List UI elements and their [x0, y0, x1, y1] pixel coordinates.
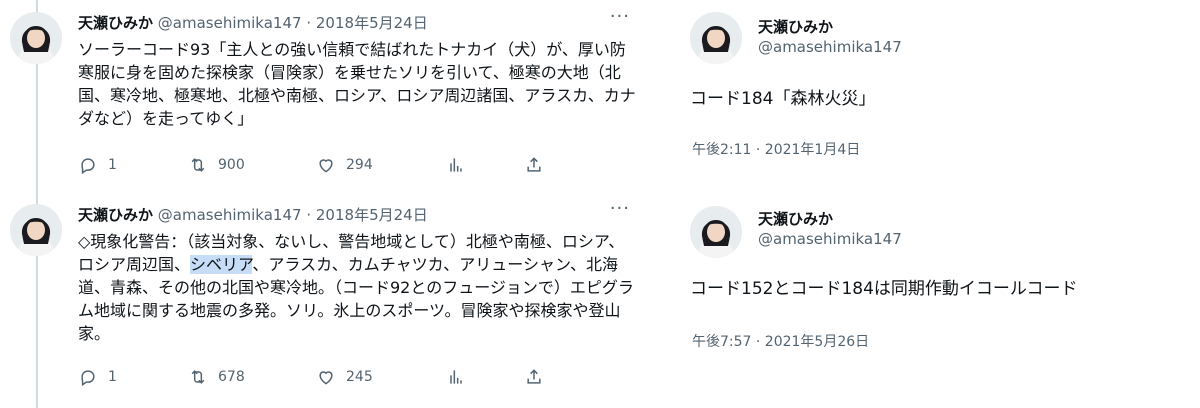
like-icon: [319, 371, 333, 385]
like-count: 245: [346, 369, 373, 385]
tweet-text: コード152とコード184は同期作動イコールコード: [690, 279, 1078, 299]
display-name[interactable]: 天瀬ひみか: [78, 14, 153, 32]
tweet[interactable]: 天瀬ひみか @amasehimika147 · 2018年5月24日 ··· ソ…: [0, 0, 640, 200]
like-button[interactable]: 294: [316, 153, 373, 177]
reply-button[interactable]: 1: [78, 153, 117, 177]
share-icon: [527, 157, 541, 172]
views-button[interactable]: [446, 153, 466, 177]
user-handle[interactable]: @amasehimika147: [758, 38, 902, 56]
like-button[interactable]: 245: [316, 365, 373, 389]
separator-dot: ·: [306, 206, 312, 224]
tweet-text: ソーラーコード93「主人との強い信頼で結ばれたトナカイ（犬）が、厚い防寒服に身を…: [78, 40, 636, 128]
separator-dot: ·: [306, 14, 312, 32]
display-name[interactable]: 天瀬ひみか: [758, 208, 833, 229]
avatar[interactable]: [690, 206, 742, 258]
like-count: 294: [346, 157, 373, 173]
share-button[interactable]: [524, 153, 544, 177]
retweet-button[interactable]: 678: [188, 365, 245, 389]
views-button[interactable]: [446, 365, 466, 389]
tweet-timestamp[interactable]: 午後7:57 · 2021年5月26日: [692, 331, 869, 351]
retweet-count: 678: [218, 369, 245, 385]
avatar[interactable]: [10, 204, 62, 256]
retweet-icon: [191, 158, 205, 172]
reply-count: 1: [108, 157, 117, 173]
tweet-timestamp[interactable]: 午後2:11 · 2021年1月4日: [692, 139, 860, 159]
tweet[interactable]: 天瀬ひみか @amasehimika147 · 2018年5月24日 ··· ◇…: [0, 196, 640, 408]
avatar[interactable]: [690, 12, 742, 64]
tweet-date[interactable]: 2018年5月24日: [316, 206, 428, 224]
reply-count: 1: [108, 369, 117, 385]
avatar[interactable]: [10, 12, 62, 64]
selected-text: シベリア: [190, 255, 253, 274]
reply-icon: [81, 370, 95, 387]
user-handle[interactable]: @amasehimika147: [758, 230, 902, 248]
tweet-actions: 1 678 245: [78, 365, 558, 389]
share-icon: [527, 369, 541, 384]
display-name[interactable]: 天瀬ひみか: [78, 206, 153, 224]
display-name[interactable]: 天瀬ひみか: [758, 16, 833, 37]
user-handle[interactable]: @amasehimika147: [158, 14, 302, 32]
reply-button[interactable]: 1: [78, 365, 117, 389]
views-icon: [450, 370, 462, 384]
tweet-date[interactable]: 2018年5月24日: [316, 14, 428, 32]
more-icon[interactable]: ···: [610, 198, 630, 219]
tweet-text: ◇現象化警告：（該当対象、ないし、警告地域として）北極や南極、ロシア、ロシア周辺…: [78, 230, 638, 345]
retweet-button[interactable]: 900: [188, 153, 245, 177]
share-button[interactable]: [524, 365, 544, 389]
tweet-actions: 1 900 294: [78, 153, 558, 177]
user-handle[interactable]: @amasehimika147: [158, 206, 302, 224]
reply-icon: [81, 158, 95, 175]
like-icon: [319, 159, 333, 173]
tweet-text: コード184「森林火災」: [690, 89, 876, 109]
retweet-count: 900: [218, 157, 245, 173]
views-icon: [450, 158, 462, 172]
retweet-icon: [191, 370, 205, 384]
tweet-card[interactable]: 天瀬ひみか @amasehimika147 コード184「森林火災」 午後2:1…: [690, 0, 1190, 190]
tweet-header: 天瀬ひみか @amasehimika147 · 2018年5月24日: [78, 204, 428, 225]
more-icon[interactable]: ···: [610, 6, 630, 27]
tweet-card[interactable]: 天瀬ひみか @amasehimika147 コード152とコード184は同期作動…: [690, 196, 1190, 408]
tweet-header: 天瀬ひみか @amasehimika147 · 2018年5月24日: [78, 12, 428, 33]
